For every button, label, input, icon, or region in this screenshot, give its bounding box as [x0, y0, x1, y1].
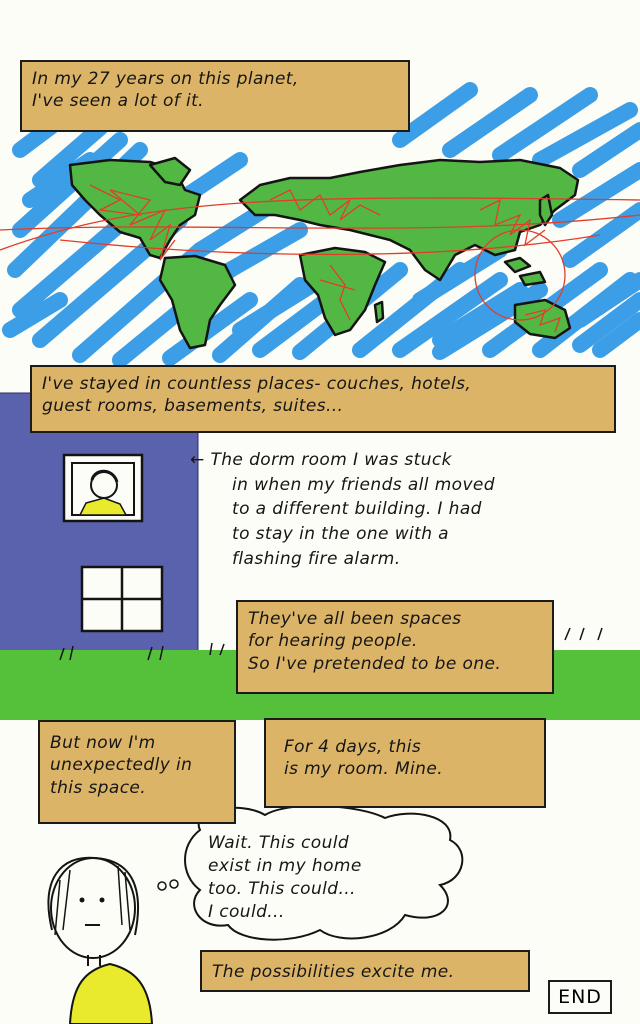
- thought-line-3: too. This could...: [208, 878, 356, 899]
- caption-unexpected-line2: unexpectedly in: [50, 755, 193, 776]
- thought-line-2: exist in my home: [208, 855, 362, 876]
- end-text: END: [558, 986, 602, 1008]
- caption-places-line1: I've stayed in countless places- couches…: [42, 374, 472, 394]
- person-bottom: [47, 856, 154, 1024]
- dorm-building: [0, 392, 199, 661]
- left-arrow-icon: ←: [190, 450, 205, 470]
- thought-line-1: Wait. This could: [208, 833, 350, 853]
- caption-unexpected-line3: this space.: [50, 777, 147, 798]
- caption-unexpected: But now I'm unexpectedly in this space.: [38, 720, 236, 824]
- dorm-line-3: to a different building. I had: [232, 499, 482, 520]
- caption-intro-line2: I've seen a lot of it.: [32, 91, 204, 112]
- caption-my-room-line2: is my room. Mine.: [284, 759, 443, 780]
- thought-line-4: I could...: [208, 901, 285, 922]
- madagascar: [373, 300, 385, 324]
- dorm-line-4: to stay in the one with a: [232, 523, 450, 544]
- caption-places-line2: guest rooms, basements, suites...: [42, 396, 344, 417]
- caption-hearing-line3: So I've pretended to be one.: [248, 653, 502, 674]
- south-america: [158, 254, 237, 350]
- caption-intro: In my 27 years on this planet, I've seen…: [20, 60, 410, 132]
- caption-my-room-line1: For 4 days, this: [284, 737, 422, 757]
- caption-unexpected-line1: But now I'm: [50, 733, 156, 753]
- dorm-line-2: in when my friends all moved: [232, 474, 495, 495]
- indonesia: [503, 256, 547, 287]
- dorm-line-5: flashing fire alarm.: [232, 548, 401, 569]
- thought-text: Wait. This could exist in my home too. T…: [208, 832, 448, 924]
- caption-my-room: For 4 days, this is my room. Mine.: [264, 718, 546, 808]
- caption-hearing: They've all been spaces for hearing peop…: [236, 600, 554, 694]
- end-label: END: [548, 980, 612, 1014]
- europe-asia: [238, 158, 580, 282]
- caption-possibilities-text: The possibilities excite me.: [212, 962, 455, 982]
- caption-hearing-line1: They've all been spaces: [248, 609, 462, 629]
- caption-places: I've stayed in countless places- couches…: [30, 365, 616, 433]
- caption-intro-line1: In my 27 years on this planet,: [32, 69, 299, 89]
- dorm-description: ← The dorm room I was stuck in when my f…: [190, 448, 610, 571]
- caption-hearing-line2: for hearing people.: [248, 631, 418, 652]
- dorm-line-1: The dorm room I was stuck: [210, 450, 452, 470]
- caption-possibilities: The possibilities excite me.: [200, 950, 530, 992]
